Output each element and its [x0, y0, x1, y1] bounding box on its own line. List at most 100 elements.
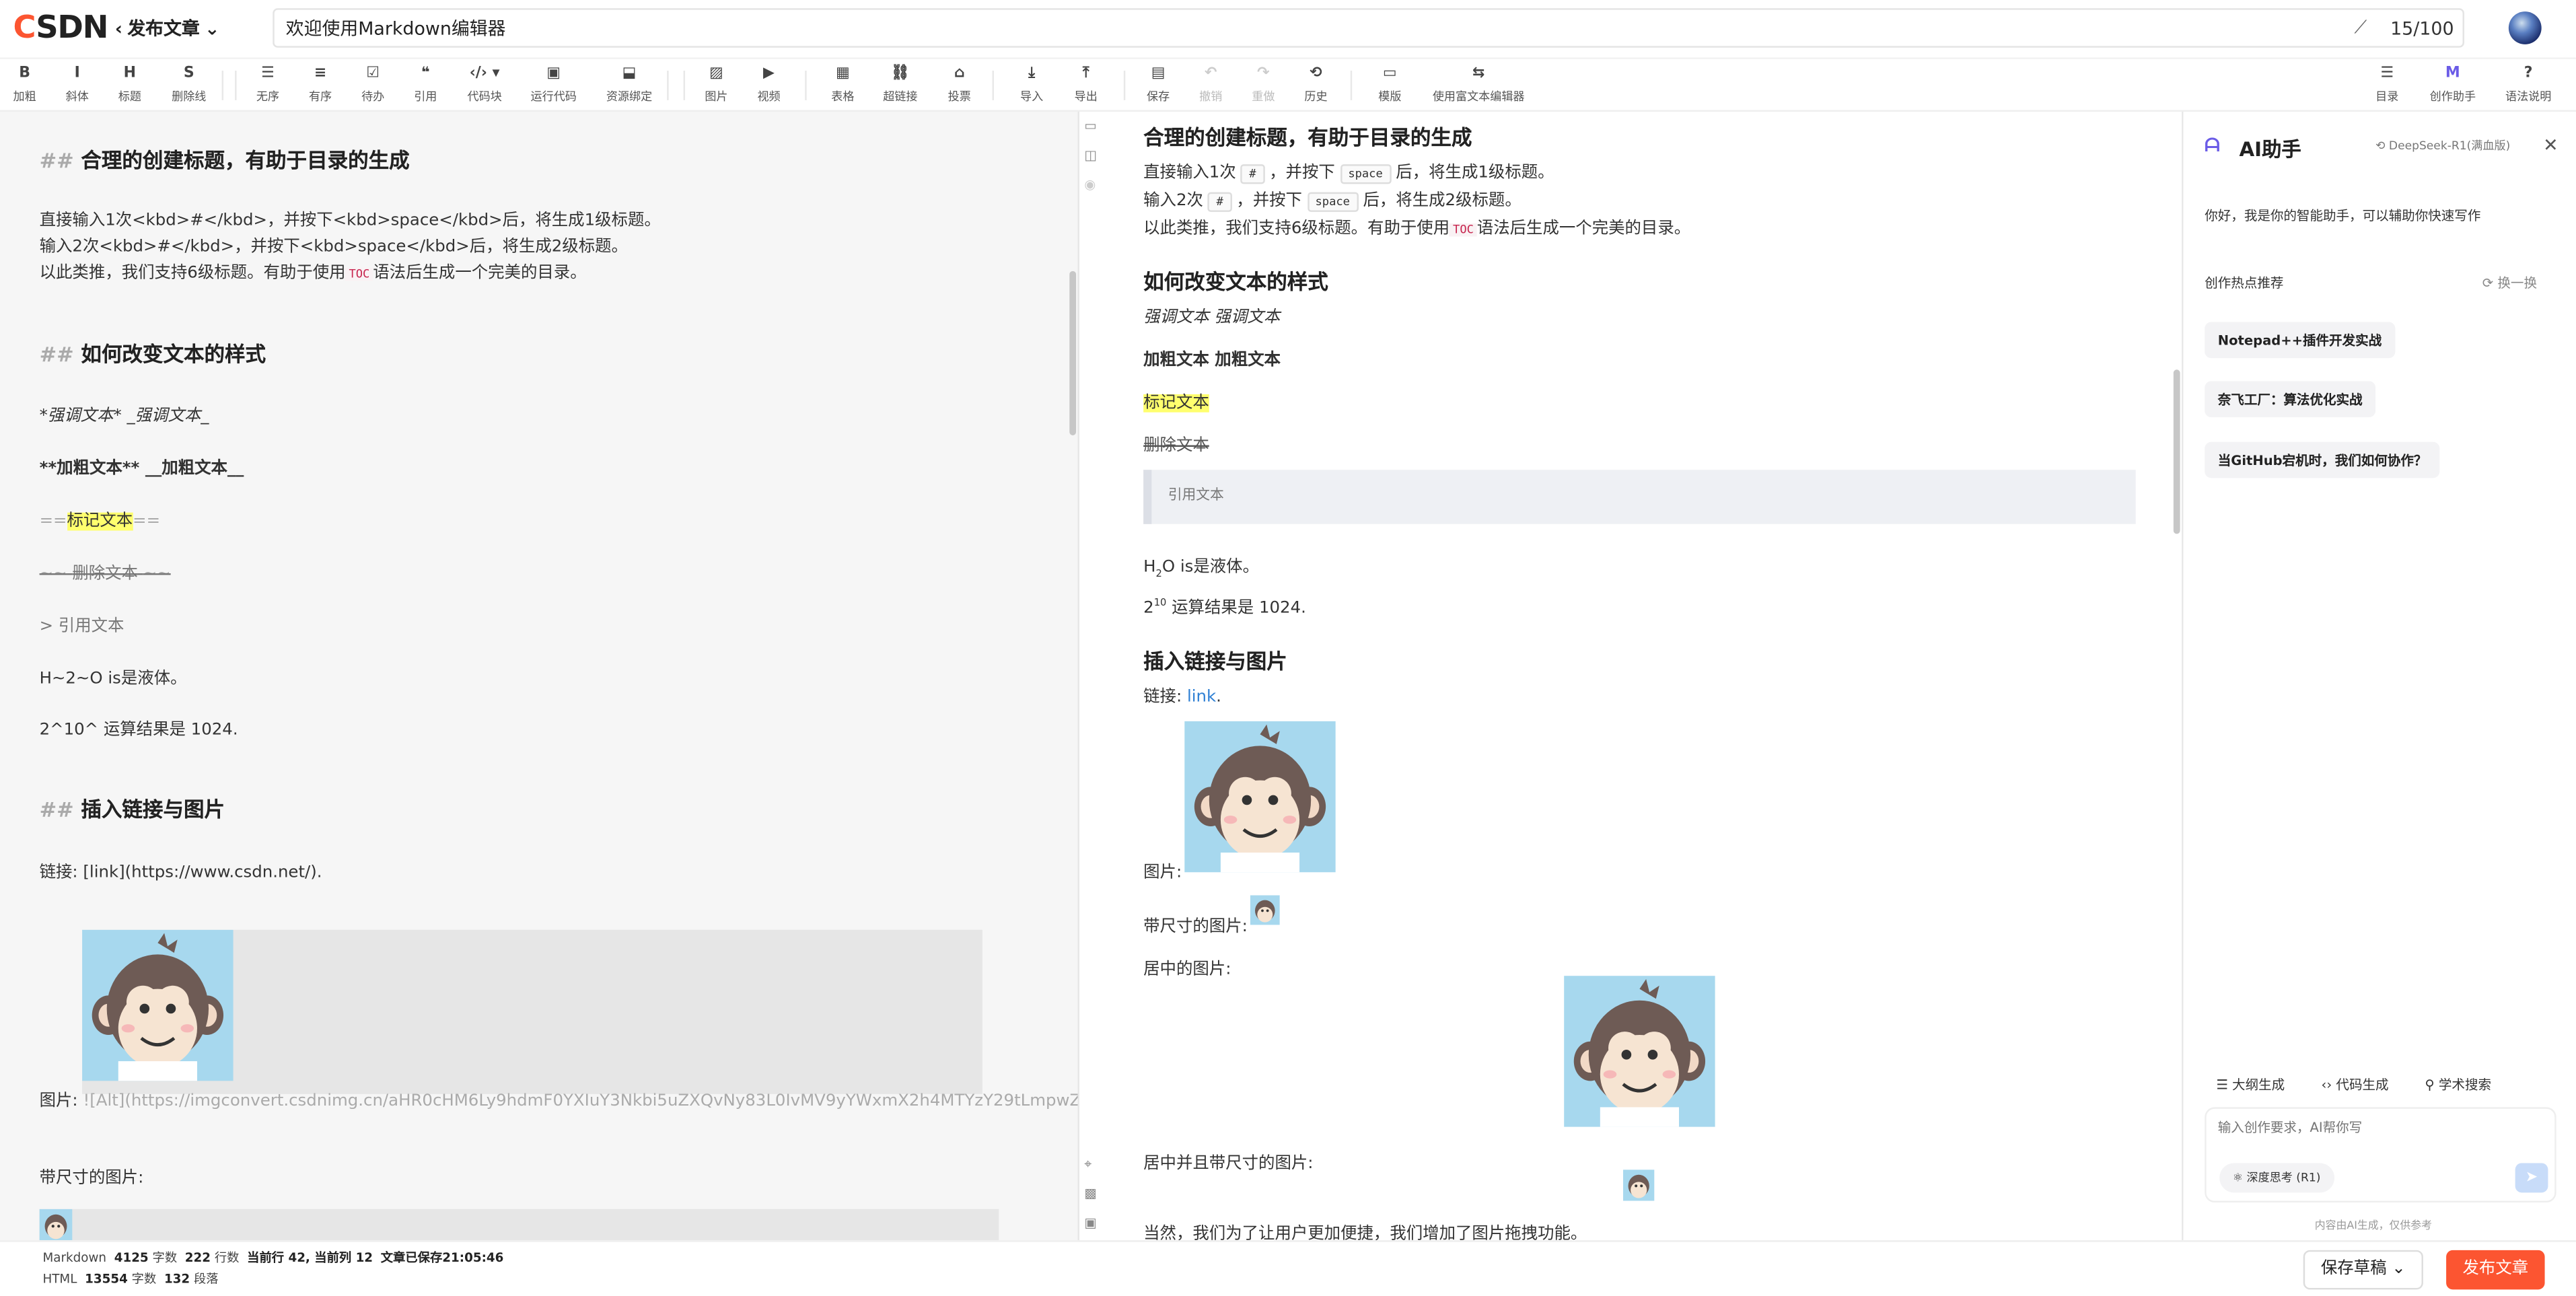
preview-bold: 加粗文本 加粗文本: [1143, 351, 1281, 370]
publish-button[interactable]: 发布文章: [2446, 1250, 2545, 1290]
eye-icon[interactable]: ◉: [1084, 178, 1096, 192]
text: 语法后生成一个完美的目录。: [373, 264, 587, 283]
layout-icon[interactable]: ▭: [1084, 118, 1096, 133]
toolbar-label: 视频: [757, 90, 781, 104]
atom-icon: ⚛: [2232, 1171, 2244, 1185]
template-button[interactable]: ▭ 模版: [1378, 64, 1401, 105]
tab-code-generate[interactable]: ‹› 代码生成: [2322, 1076, 2389, 1094]
csdn-logo[interactable]: CSDN: [13, 10, 109, 46]
vote-button[interactable]: ⌂ 投票: [948, 64, 971, 105]
locate-icon[interactable]: ⌖: [1084, 1157, 1092, 1173]
preview-drag-line: 当然，我们为了让用户更加便捷，我们增加了图片拖拽功能。: [1143, 1225, 1587, 1241]
unordered-list-button[interactable]: ☰ 无序: [256, 64, 279, 105]
toc-button[interactable]: ☰ 目录: [2375, 64, 2398, 105]
editor-line: H~2~O is是液体。: [39, 670, 187, 688]
bold-button[interactable]: B 加粗: [13, 64, 36, 105]
magic-wand-icon[interactable]: ⟋: [2354, 16, 2367, 39]
preview-link[interactable]: link: [1187, 688, 1216, 707]
preview-heading-3: 插入链接与图片: [1143, 649, 1287, 674]
italic-button[interactable]: I 斜体: [66, 64, 89, 105]
markdown-editor[interactable]: ## 合理的创建标题，有助于目录的生成 直接输入1次<kbd>#</kbd>，并…: [0, 112, 1078, 1241]
editor-line: *强调文本* _强调文本_: [39, 401, 209, 426]
ai-input-box[interactable]: ⚛ 深度思考 (R1) ➤: [2205, 1107, 2556, 1203]
todo-button[interactable]: ☑ 待办: [361, 64, 384, 105]
save-button[interactable]: ▤ 保存: [1147, 64, 1170, 105]
preview-center-size-label: 居中并且带尺寸的图片:: [1143, 1155, 1314, 1174]
toolbar-label: 创作助手: [2429, 90, 2476, 104]
tab-outline-generate[interactable]: ☰ 大纲生成: [2216, 1076, 2285, 1094]
deep-think-toggle[interactable]: ⚛ 深度思考 (R1): [2219, 1163, 2334, 1193]
monitor-icon[interactable]: ▣: [1084, 1216, 1096, 1231]
heading-marker: ##: [39, 341, 74, 367]
ai-prompt-input[interactable]: [2206, 1108, 2555, 1149]
preview-scrollbar[interactable]: [2173, 369, 2180, 534]
sync-scroll-bar: ▭ ◫ ◉ ⌖ ▩ ▣: [1077, 112, 1104, 1241]
hot-topic-chip[interactable]: Notepad++插件开发实战: [2205, 322, 2395, 359]
text: .: [1216, 688, 1221, 707]
tab-academic-search[interactable]: ⚲ 学术搜索: [2425, 1076, 2491, 1094]
article-title-field[interactable]: ⟋ 15/100: [273, 8, 2464, 48]
model-selector[interactable]: ⟲ DeepSeek-R1(满血版): [2375, 138, 2510, 154]
syntax: ~~: [143, 565, 171, 583]
top-header: CSDN ‹ 发布文章 ⌄ ⟋ 15/100: [0, 0, 2576, 57]
toolbar-label: 超链接: [883, 90, 918, 104]
vote-icon: ⌂: [954, 65, 965, 83]
export-button[interactable]: ⤒ 导出: [1075, 64, 1098, 105]
save-draft-button[interactable]: 保存草稿 ⌄: [2303, 1250, 2423, 1290]
html-label: HTML: [42, 1271, 77, 1287]
toolbar-label: 撤销: [1199, 90, 1223, 104]
user-avatar[interactable]: [2508, 11, 2542, 44]
undo-button[interactable]: ↶ 撤销: [1199, 64, 1222, 105]
refresh-icon: ⟳: [2482, 276, 2494, 291]
syntax-help-button[interactable]: ? 语法说明: [2505, 64, 2551, 105]
run-code-button[interactable]: ▣ 运行代码: [531, 64, 577, 105]
redo-button[interactable]: ↷ 重做: [1252, 64, 1275, 105]
toolbar-label: 语法说明: [2505, 90, 2552, 104]
mark-text: 标记文本: [1143, 394, 1209, 412]
resource-bind-button[interactable]: ⬓ 资源绑定: [606, 64, 652, 105]
editor-scrollbar[interactable]: [1069, 271, 1077, 435]
heading-button[interactable]: H 标题: [118, 64, 141, 105]
publish-article-menu[interactable]: ‹ 发布文章 ⌄: [115, 15, 220, 41]
ordered-list-button[interactable]: ≡ 有序: [309, 64, 332, 105]
rich-text-button[interactable]: ⇆ 使用富文本编辑器: [1433, 64, 1525, 105]
editor-line: 直接输入1次<kbd>#</kbd>，并按下<kbd>space</kbd>后，…: [39, 211, 661, 230]
video-button[interactable]: ▶ 视频: [757, 64, 780, 105]
strikethrough-button[interactable]: S 删除线: [172, 64, 206, 105]
heading-icon: H: [123, 65, 137, 83]
hot-topics-label: 创作热点推荐: [2205, 276, 2284, 291]
image-markdown: ![Alt](https://imgconvert.csdnimg.cn/aHR…: [83, 1092, 1078, 1111]
export-icon: ⤒: [1082, 65, 1089, 83]
table-icon: ▦: [835, 65, 850, 83]
history-icon: ⟲: [1310, 65, 1322, 83]
refresh-button[interactable]: ⟳ 换一换: [2482, 275, 2537, 293]
preview-deleted: 删除文本: [1143, 437, 1209, 456]
writing-assistant-button[interactable]: M 创作助手: [2430, 64, 2476, 105]
hot-topic-chip[interactable]: 当GitHub宕机时，我们如何协作？: [2205, 441, 2440, 478]
text: __加粗文本__: [145, 460, 244, 478]
table-button[interactable]: ▦ 表格: [831, 64, 854, 105]
hot-topic-chip[interactable]: 奈飞工厂：算法优化实战: [2205, 381, 2376, 418]
quote-button[interactable]: ❝ 引用: [414, 64, 437, 105]
unordered-list-icon: ☰: [261, 65, 275, 83]
columns-icon[interactable]: ◫: [1084, 148, 1096, 163]
send-button[interactable]: ➤: [2515, 1163, 2548, 1193]
editor-line: > 引用文本: [39, 617, 124, 636]
article-title-input[interactable]: [274, 9, 2345, 46]
image-button[interactable]: ▨ 图片: [705, 64, 727, 105]
text: 输入2次: [1143, 192, 1203, 211]
md-label: Markdown: [42, 1250, 107, 1265]
qrcode-icon[interactable]: ▩: [1084, 1186, 1096, 1201]
deep-think-label: 深度思考 (R1): [2246, 1171, 2321, 1185]
save-icon: ▤: [1151, 65, 1166, 83]
code-block-button[interactable]: ‹/› ▾ 代码块: [468, 64, 502, 105]
redo-icon: ↷: [1257, 65, 1270, 83]
chevron-left-icon[interactable]: ‹: [115, 17, 122, 39]
history-button[interactable]: ⟲ 历史: [1304, 64, 1327, 105]
toolbar-label: 无序: [256, 90, 280, 104]
text: *强调文本*: [39, 407, 122, 426]
close-icon[interactable]: ✕: [2543, 135, 2559, 156]
import-button[interactable]: ⤓ 导入: [1020, 64, 1043, 105]
syntax: ==: [133, 512, 161, 531]
link-button[interactable]: ⛓ 超链接: [883, 64, 917, 105]
